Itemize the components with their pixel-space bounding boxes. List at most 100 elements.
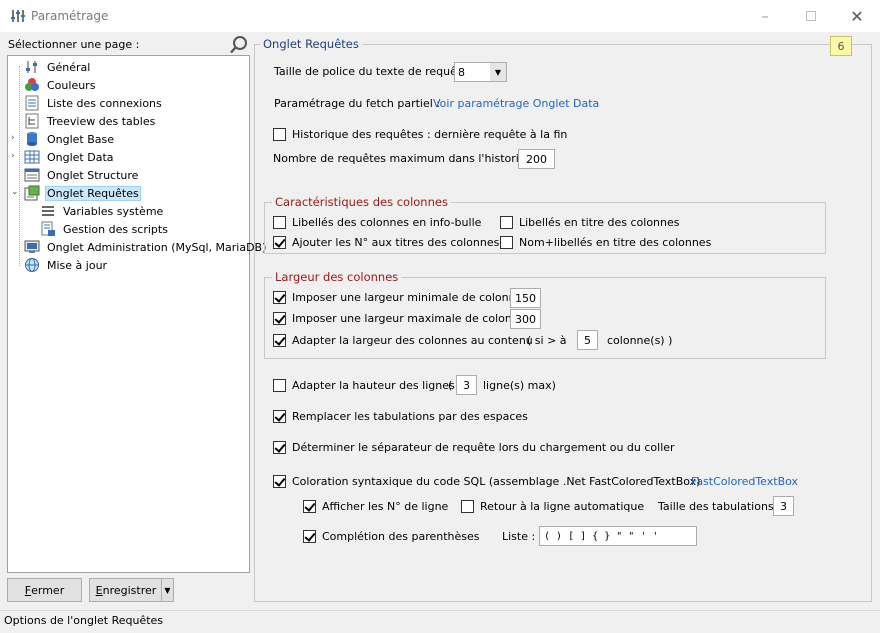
tree-item-couleurs[interactable]: Couleurs bbox=[24, 76, 97, 94]
wrap-checkbox[interactable] bbox=[461, 500, 474, 513]
history-label: Historique des requêtes : dernière requê… bbox=[292, 128, 568, 141]
chevron-down-icon[interactable]: ⌄ bbox=[11, 187, 20, 197]
adapt-width-checkbox[interactable] bbox=[273, 334, 286, 347]
window-title: Paramétrage bbox=[31, 9, 109, 23]
tree-item-mise-a-jour[interactable]: Mise à jour bbox=[24, 256, 109, 274]
globe-icon bbox=[25, 258, 39, 272]
dropdown-arrow-icon: ▼ bbox=[164, 585, 171, 595]
status-text: Options de l'onglet Requêtes bbox=[4, 614, 164, 627]
fetch-settings-link[interactable]: Voir paramétrage Onglet Data bbox=[433, 97, 599, 110]
tree-item-variables-systeme[interactable]: Variables système bbox=[40, 202, 165, 220]
structure-icon bbox=[24, 168, 40, 182]
close-button[interactable]: Fermer bbox=[7, 578, 82, 602]
maximize-icon[interactable] bbox=[788, 0, 834, 32]
syntax-label: Coloration syntaxique du code SQL (assem… bbox=[292, 475, 701, 488]
tree-item-label: Onglet Data bbox=[47, 150, 114, 164]
tree-item-treeview[interactable]: Treeview des tables bbox=[24, 112, 157, 130]
group-title: Onglet Requêtes bbox=[260, 37, 362, 51]
adapt-width-label: Adapter la largeur des colonnes au conte… bbox=[292, 334, 533, 347]
page-number-badge: 6 bbox=[830, 36, 852, 56]
numero-label: Ajouter les N° aux titres des colonnes bbox=[292, 236, 500, 249]
tree-item-onglet-requetes[interactable]: Onglet Requêtes bbox=[24, 184, 141, 202]
titre-checkbox[interactable] bbox=[500, 216, 513, 229]
chevron-right-icon[interactable]: › bbox=[11, 151, 20, 161]
fastcoloredtextbox-link[interactable]: FastColoredTextBox bbox=[691, 475, 798, 488]
paren-label: Complétion des parenthèses bbox=[322, 530, 480, 543]
width-group-title: Largeur des colonnes bbox=[272, 270, 402, 284]
tab-size-label: Taille des tabulations : bbox=[658, 500, 781, 513]
titre-label: Libellés en titre des colonnes bbox=[519, 216, 680, 229]
page-tree[interactable]: Général Couleurs Liste des connexions Tr… bbox=[7, 55, 266, 573]
search-icon[interactable] bbox=[229, 35, 249, 55]
paren-list-input[interactable]: ( ) [ ] { } " " ' ' bbox=[539, 526, 697, 546]
history-checkbox[interactable] bbox=[273, 128, 286, 141]
tree-item-onglet-data[interactable]: Onglet Data bbox=[24, 148, 116, 166]
min-width-input[interactable]: 150 bbox=[510, 288, 541, 308]
query-icon bbox=[24, 185, 40, 201]
adapt-height-checkbox[interactable] bbox=[273, 379, 286, 392]
adapt-height-label: Adapter la hauteur des lignes bbox=[292, 379, 455, 392]
tree-item-label: Général bbox=[47, 60, 91, 74]
tree-item-onglet-administration[interactable]: Onglet Administration (MySql, MariaDB) bbox=[24, 238, 268, 256]
min-width-label: Imposer une largeur minimale de colonne … bbox=[292, 291, 530, 304]
tree-item-label: Couleurs bbox=[47, 78, 96, 92]
variables-icon bbox=[42, 206, 54, 216]
tab-size-input[interactable]: 3 bbox=[773, 496, 794, 516]
min-width-checkbox[interactable] bbox=[273, 291, 286, 304]
font-size-select[interactable]: 8 ▼ bbox=[454, 62, 507, 82]
separator-label: Déterminer le séparateur de requête lors… bbox=[292, 441, 675, 454]
chevron-right-icon[interactable]: › bbox=[11, 133, 20, 143]
font-size-value: 8 bbox=[458, 66, 465, 79]
infobulle-checkbox[interactable] bbox=[273, 216, 286, 229]
tree-item-onglet-structure[interactable]: Onglet Structure bbox=[24, 166, 140, 184]
separator-checkbox[interactable] bbox=[273, 441, 286, 454]
sliders-icon bbox=[26, 61, 37, 73]
select-page-label: Sélectionner une page : bbox=[8, 38, 140, 51]
admin-icon bbox=[24, 240, 40, 253]
colonnes-label: colonne(s) ) bbox=[607, 334, 673, 347]
list-icon bbox=[25, 95, 39, 111]
tree-item-label: Mise à jour bbox=[47, 258, 108, 272]
save-dropdown-button[interactable]: ▼ bbox=[161, 578, 174, 602]
minimize-icon[interactable]: – bbox=[742, 0, 788, 32]
database-icon bbox=[27, 132, 37, 146]
list-label: Liste : bbox=[502, 530, 536, 543]
close-button-label: ermer bbox=[31, 583, 65, 597]
save-button[interactable]: Enregistrer bbox=[89, 578, 162, 602]
close-icon[interactable]: ✕ bbox=[834, 0, 880, 32]
grid-icon bbox=[24, 150, 40, 164]
tree-item-label: Onglet Base bbox=[47, 132, 115, 146]
tree-item-connexions[interactable]: Liste des connexions bbox=[24, 94, 164, 112]
fetch-label: Paramétrage du fetch partiel : bbox=[274, 97, 441, 110]
palette-icon bbox=[25, 78, 39, 91]
save-button-label: nregistrer bbox=[102, 583, 157, 597]
tree-item-label: Onglet Structure bbox=[47, 168, 139, 182]
wrap-label: Retour à la ligne automatique bbox=[480, 500, 645, 513]
tree-item-label: Liste des connexions bbox=[47, 96, 162, 110]
line-numbers-label: Afficher les N° de ligne bbox=[322, 500, 449, 513]
syntax-checkbox[interactable] bbox=[273, 475, 286, 488]
save-button-accel: E bbox=[95, 583, 103, 597]
tabs-checkbox[interactable] bbox=[273, 410, 286, 423]
max-width-input[interactable]: 300 bbox=[510, 309, 541, 329]
si-input[interactable]: 5 bbox=[577, 330, 598, 350]
paren-checkbox[interactable] bbox=[303, 530, 316, 543]
tree-item-general[interactable]: Général bbox=[24, 58, 92, 76]
tree-item-label: Gestion des scripts bbox=[63, 222, 168, 236]
dropdown-arrow-icon: ▼ bbox=[490, 63, 506, 81]
font-size-label: Taille de police du texte de requête bbox=[274, 65, 468, 78]
nom-libelle-label: Nom+libellés en titre des colonnes bbox=[519, 236, 712, 249]
numero-checkbox[interactable] bbox=[273, 236, 286, 249]
history-max-label: Nombre de requêtes maximum dans l'histor… bbox=[273, 152, 547, 165]
max-width-label: Imposer une largeur maximale de colonne … bbox=[292, 312, 533, 325]
max-width-checkbox[interactable] bbox=[273, 312, 286, 325]
tree-icon bbox=[25, 113, 39, 129]
height-open-paren: ( bbox=[448, 379, 453, 392]
line-numbers-checkbox[interactable] bbox=[303, 500, 316, 513]
tree-item-gestion-scripts[interactable]: Gestion des scripts bbox=[40, 220, 170, 238]
history-max-input[interactable]: 200 bbox=[518, 149, 555, 169]
nom-libelle-checkbox[interactable] bbox=[500, 236, 513, 249]
height-input[interactable]: 3 bbox=[456, 375, 477, 395]
tree-item-label: Variables système bbox=[63, 204, 164, 218]
tree-item-onglet-base[interactable]: Onglet Base bbox=[24, 130, 116, 148]
